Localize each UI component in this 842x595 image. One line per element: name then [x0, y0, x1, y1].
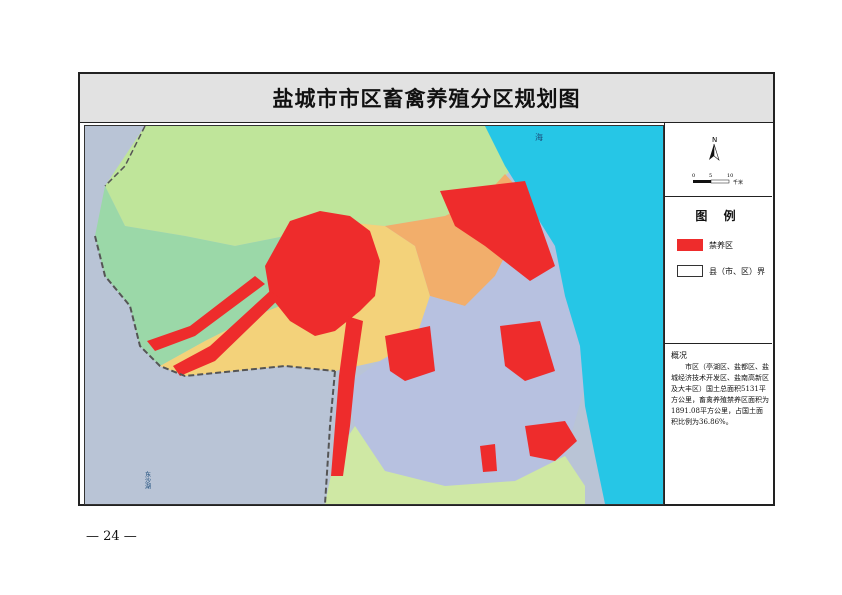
legend-box: 图 例 禁养区 县（市、区）界: [665, 197, 772, 344]
notes-box: 概况 市区（亭湖区、盐都区、盐城经济技术开发区、盐南高新区及大丰区）国土总面积5…: [665, 344, 772, 502]
map-canvas[interactable]: 海 东沙湖: [84, 125, 664, 505]
scale-tick-1: 5: [709, 173, 712, 179]
legend-title: 图 例: [695, 209, 742, 223]
legend-swatch-ban-zone: [677, 239, 703, 251]
zoning-map: 海 东沙湖: [85, 126, 663, 504]
sea-label: 海: [535, 132, 543, 142]
north-arrow-icon-half: [713, 143, 720, 161]
scale-unit: 千米: [733, 179, 743, 186]
page-number: — 24 —: [86, 529, 137, 544]
ban-zone-south-small: [480, 444, 497, 472]
legend-item-ban-zone: 禁养区: [677, 239, 733, 251]
compass-svg: N 0 5 10 千米: [692, 136, 743, 186]
compass-scale-box: N 0 5 10 千米: [665, 122, 772, 197]
side-panel: N 0 5 10 千米 图 例 禁养区 县（市、区）界 概况 市区（亭湖区、盐都…: [664, 122, 773, 504]
north-label: N: [712, 136, 717, 144]
scale-tick-2: 10: [727, 173, 733, 179]
north-arrow-icon: [709, 144, 714, 160]
legend-label-ban-zone: 禁养区: [709, 240, 733, 250]
scale-bar-white: [710, 179, 730, 184]
legend-label-boundary: 县（市、区）界: [709, 266, 765, 276]
notes-heading: 概况: [671, 351, 687, 360]
lake-label: 东沙湖: [144, 470, 151, 490]
notes-body: 市区（亭湖区、盐都区、盐城经济技术开发区、盐南高新区及大丰区）国土总面积5131…: [671, 363, 769, 426]
legend-item-boundary: 县（市、区）界: [677, 265, 765, 277]
map-title: 盐城市市区畜禽养殖分区规划图: [80, 74, 773, 123]
scale-tick-0: 0: [692, 173, 695, 179]
scale-bar-black: [693, 180, 711, 183]
map-frame: 盐城市市区畜禽养殖分区规划图 海 东沙湖 N 0 5 10 千米 图 例 禁养区…: [78, 72, 775, 506]
legend-swatch-boundary: [677, 265, 703, 277]
